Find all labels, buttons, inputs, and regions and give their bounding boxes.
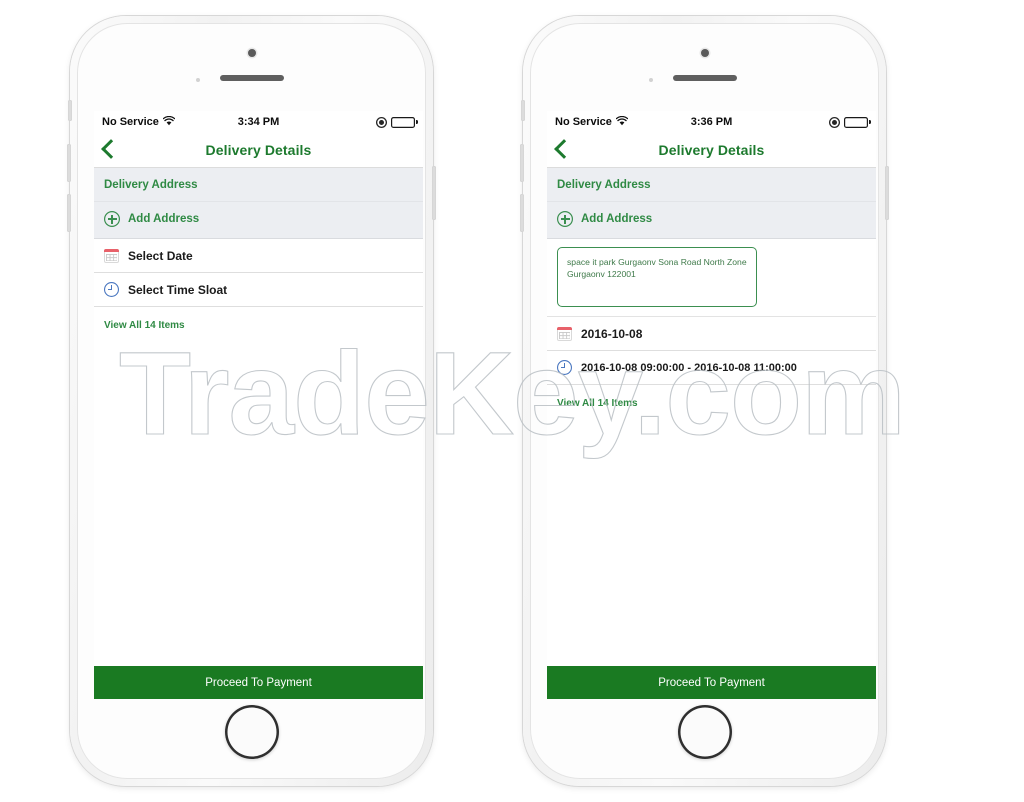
volume-down-button-right[interactable] [520,194,524,232]
selected-date-row[interactable]: 2016-10-08 [547,317,876,351]
nav-bar-right: Delivery Details [547,133,876,168]
select-date-row[interactable]: Select Date [94,239,423,273]
proximity-sensor-icon [195,78,200,82]
front-camera-icon [247,49,256,57]
wifi-icon [162,115,176,129]
page-title: Delivery Details [658,142,765,158]
calendar-icon [557,326,572,341]
volume-up-button-right[interactable] [520,144,524,182]
clock-icon [104,282,119,297]
selected-time-slot-label: 2016-10-08 09:00:00 - 2016-10-08 11:00:0… [581,361,797,374]
view-all-items-link[interactable]: View All 14 Items [557,398,638,409]
add-address-label: Add Address [581,213,653,225]
proceed-to-payment-button[interactable]: Proceed To Payment [94,666,423,699]
volume-down-button-left[interactable] [67,194,71,232]
front-camera-icon [700,49,709,57]
wifi-icon [615,115,629,129]
home-button-right[interactable] [677,705,732,759]
phone-device-left: No Service 3:34 PM Delivery Details Deli… [67,16,436,786]
calendar-icon [104,248,119,263]
select-date-label: Select Date [128,248,193,263]
power-button-right[interactable] [885,166,889,220]
rotation-lock-icon [829,117,840,128]
saved-address-text: space it park Gurgaonv Sona Road North Z… [567,257,747,280]
home-button-left[interactable] [224,705,279,759]
mute-switch-left[interactable] [68,100,72,121]
view-all-items-wrap: View All 14 Items [547,385,876,411]
delivery-address-section-header: Delivery Address [547,168,876,202]
phone-screen-left: No Service 3:34 PM Delivery Details Deli… [94,111,423,699]
carrier-label: No Service [102,116,159,128]
earpiece-speaker [219,75,284,81]
proceed-to-payment-button[interactable]: Proceed To Payment [547,666,876,699]
clock-icon [557,360,572,375]
nav-bar-left: Delivery Details [94,133,423,168]
page-title: Delivery Details [205,142,312,158]
add-address-button[interactable]: Add Address [547,202,876,239]
section-title-label: Delivery Address [104,179,198,191]
saved-address-wrap: space it park Gurgaonv Sona Road North Z… [547,239,876,317]
screen-filler-left [94,333,423,666]
saved-address-card[interactable]: space it park Gurgaonv Sona Road North Z… [557,247,757,307]
view-all-items-wrap: View All 14 Items [94,307,423,333]
rotation-lock-icon [376,117,387,128]
screenshot-stage: No Service 3:34 PM Delivery Details Deli… [0,0,1024,802]
power-button-left[interactable] [432,166,436,220]
add-address-label: Add Address [128,213,200,225]
volume-up-button-left[interactable] [67,144,71,182]
status-bar-left: No Service 3:34 PM [94,111,423,133]
plus-circle-icon [557,211,573,227]
carrier-label: No Service [555,116,612,128]
mute-switch-right[interactable] [521,100,525,121]
selected-time-slot-row[interactable]: 2016-10-08 09:00:00 - 2016-10-08 11:00:0… [547,351,876,385]
select-time-slot-row[interactable]: Select Time Sloat [94,273,423,307]
phone-device-right: No Service 3:36 PM Delivery Details Deli… [520,16,889,786]
delivery-address-section-header: Delivery Address [94,168,423,202]
phone-screen-right: No Service 3:36 PM Delivery Details Deli… [547,111,876,699]
phone-bezel-right: No Service 3:36 PM Delivery Details Deli… [530,23,879,779]
battery-full-icon [391,117,418,128]
view-all-items-link[interactable]: View All 14 Items [104,320,185,331]
phone-bezel-left: No Service 3:34 PM Delivery Details Deli… [77,23,426,779]
earpiece-speaker [672,75,737,81]
screen-filler-right [547,411,876,666]
section-title-label: Delivery Address [557,179,651,191]
plus-circle-icon [104,211,120,227]
status-bar-right: No Service 3:36 PM [547,111,876,133]
battery-full-icon [844,117,871,128]
add-address-button[interactable]: Add Address [94,202,423,239]
proximity-sensor-icon [648,78,653,82]
selected-date-label: 2016-10-08 [581,326,643,341]
select-time-slot-label: Select Time Sloat [128,282,228,297]
